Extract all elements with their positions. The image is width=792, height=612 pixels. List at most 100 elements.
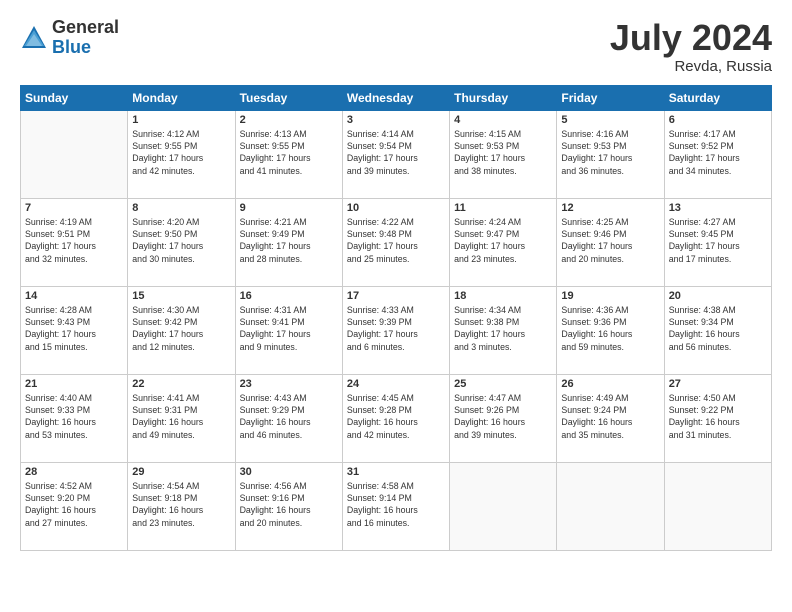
location: Revda, Russia (610, 58, 772, 75)
logo-general: General (52, 18, 119, 38)
day-info: Sunrise: 4:49 AMSunset: 9:24 PMDaylight:… (561, 392, 659, 441)
calendar-cell: 18 Sunrise: 4:34 AMSunset: 9:38 PMDayligh… (450, 286, 557, 374)
week-row-1: 1 Sunrise: 4:12 AMSunset: 9:55 PMDaylight… (21, 110, 772, 198)
calendar-cell: 15 Sunrise: 4:30 AMSunset: 9:42 PMDayligh… (128, 286, 235, 374)
calendar-cell: 4 Sunrise: 4:15 AMSunset: 9:53 PMDaylight… (450, 110, 557, 198)
day-info: Sunrise: 4:14 AMSunset: 9:54 PMDaylight:… (347, 128, 445, 177)
day-info: Sunrise: 4:33 AMSunset: 9:39 PMDaylight:… (347, 304, 445, 353)
calendar-cell: 6 Sunrise: 4:17 AMSunset: 9:52 PMDaylight… (664, 110, 771, 198)
week-row-2: 7 Sunrise: 4:19 AMSunset: 9:51 PMDaylight… (21, 198, 772, 286)
week-row-3: 14 Sunrise: 4:28 AMSunset: 9:43 PMDayligh… (21, 286, 772, 374)
col-monday: Monday (128, 85, 235, 110)
day-info: Sunrise: 4:21 AMSunset: 9:49 PMDaylight:… (240, 216, 338, 265)
day-info: Sunrise: 4:28 AMSunset: 9:43 PMDaylight:… (25, 304, 123, 353)
day-info: Sunrise: 4:12 AMSunset: 9:55 PMDaylight:… (132, 128, 230, 177)
calendar-cell: 26 Sunrise: 4:49 AMSunset: 9:24 PMDayligh… (557, 374, 664, 462)
week-row-5: 28Sunrise: 4:52 AMSunset: 9:20 PMDayligh… (21, 462, 772, 550)
month-year: July 2024 (610, 18, 772, 58)
header: General Blue July 2024 Revda, Russia (20, 18, 772, 75)
day-info: Sunrise: 4:43 AMSunset: 9:29 PMDaylight:… (240, 392, 338, 441)
calendar-cell: 30 Sunrise: 4:56 AMSunset: 9:16 PMDayligh… (235, 462, 342, 550)
calendar-header: Sunday Monday Tuesday Wednesday Thursday… (21, 85, 772, 110)
calendar-cell (21, 110, 128, 198)
day-info: Sunrise: 4:47 AMSunset: 9:26 PMDaylight:… (454, 392, 552, 441)
day-number: 28 (25, 466, 123, 478)
calendar-cell: 10 Sunrise: 4:22 AMSunset: 9:48 PMDayligh… (342, 198, 449, 286)
day-number: 21 (25, 378, 123, 390)
day-number: 23 (240, 378, 338, 390)
calendar-cell: 28Sunrise: 4:52 AMSunset: 9:20 PMDayligh… (21, 462, 128, 550)
day-number: 5 (561, 114, 659, 126)
col-saturday: Saturday (664, 85, 771, 110)
day-number: 24 (347, 378, 445, 390)
day-info: Sunrise: 4:19 AMSunset: 9:51 PMDaylight:… (25, 216, 123, 265)
calendar-cell: 12 Sunrise: 4:25 AMSunset: 9:46 PMDayligh… (557, 198, 664, 286)
day-number: 8 (132, 202, 230, 214)
calendar-cell: 16 Sunrise: 4:31 AMSunset: 9:41 PMDayligh… (235, 286, 342, 374)
day-number: 16 (240, 290, 338, 302)
calendar-cell: 19Sunrise: 4:36 AMSunset: 9:36 PMDayligh… (557, 286, 664, 374)
day-info: Sunrise: 4:50 AMSunset: 9:22 PMDaylight:… (669, 392, 767, 441)
col-tuesday: Tuesday (235, 85, 342, 110)
day-number: 1 (132, 114, 230, 126)
calendar-cell: 1 Sunrise: 4:12 AMSunset: 9:55 PMDaylight… (128, 110, 235, 198)
day-info: Sunrise: 4:30 AMSunset: 9:42 PMDaylight:… (132, 304, 230, 353)
title-block: July 2024 Revda, Russia (610, 18, 772, 75)
day-number: 13 (669, 202, 767, 214)
day-info: Sunrise: 4:45 AMSunset: 9:28 PMDaylight:… (347, 392, 445, 441)
calendar-cell: 7 Sunrise: 4:19 AMSunset: 9:51 PMDaylight… (21, 198, 128, 286)
day-info: Sunrise: 4:16 AMSunset: 9:53 PMDaylight:… (561, 128, 659, 177)
day-number: 7 (25, 202, 123, 214)
day-number: 12 (561, 202, 659, 214)
calendar: Sunday Monday Tuesday Wednesday Thursday… (20, 85, 772, 551)
calendar-cell: 21 Sunrise: 4:40 AMSunset: 9:33 PMDayligh… (21, 374, 128, 462)
day-number: 15 (132, 290, 230, 302)
day-number: 29 (132, 466, 230, 478)
day-number: 18 (454, 290, 552, 302)
calendar-cell (664, 462, 771, 550)
calendar-cell: 17Sunrise: 4:33 AMSunset: 9:39 PMDayligh… (342, 286, 449, 374)
day-number: 2 (240, 114, 338, 126)
calendar-cell: 29 Sunrise: 4:54 AMSunset: 9:18 PMDayligh… (128, 462, 235, 550)
day-info: Sunrise: 4:13 AMSunset: 9:55 PMDaylight:… (240, 128, 338, 177)
day-info: Sunrise: 4:25 AMSunset: 9:46 PMDaylight:… (561, 216, 659, 265)
day-number: 10 (347, 202, 445, 214)
day-info: Sunrise: 4:54 AMSunset: 9:18 PMDaylight:… (132, 480, 230, 529)
day-number: 19 (561, 290, 659, 302)
col-sunday: Sunday (21, 85, 128, 110)
calendar-cell: 2 Sunrise: 4:13 AMSunset: 9:55 PMDaylight… (235, 110, 342, 198)
day-number: 27 (669, 378, 767, 390)
day-info: Sunrise: 4:22 AMSunset: 9:48 PMDaylight:… (347, 216, 445, 265)
day-number: 25 (454, 378, 552, 390)
logo-icon (20, 24, 48, 52)
day-info: Sunrise: 4:15 AMSunset: 9:53 PMDaylight:… (454, 128, 552, 177)
day-number: 14 (25, 290, 123, 302)
day-info: Sunrise: 4:38 AMSunset: 9:34 PMDaylight:… (669, 304, 767, 353)
col-wednesday: Wednesday (342, 85, 449, 110)
logo: General Blue (20, 18, 119, 58)
calendar-cell: 9Sunrise: 4:21 AMSunset: 9:49 PMDaylight… (235, 198, 342, 286)
calendar-cell (450, 462, 557, 550)
day-number: 6 (669, 114, 767, 126)
day-number: 31 (347, 466, 445, 478)
calendar-cell: 25 Sunrise: 4:47 AMSunset: 9:26 PMDayligh… (450, 374, 557, 462)
col-friday: Friday (557, 85, 664, 110)
day-number: 4 (454, 114, 552, 126)
calendar-cell (557, 462, 664, 550)
day-info: Sunrise: 4:34 AMSunset: 9:38 PMDaylight:… (454, 304, 552, 353)
day-info: Sunrise: 4:20 AMSunset: 9:50 PMDaylight:… (132, 216, 230, 265)
logo-text: General Blue (52, 18, 119, 58)
day-info: Sunrise: 4:56 AMSunset: 9:16 PMDaylight:… (240, 480, 338, 529)
day-info: Sunrise: 4:17 AMSunset: 9:52 PMDaylight:… (669, 128, 767, 177)
day-info: Sunrise: 4:41 AMSunset: 9:31 PMDaylight:… (132, 392, 230, 441)
day-info: Sunrise: 4:40 AMSunset: 9:33 PMDaylight:… (25, 392, 123, 441)
day-info: Sunrise: 4:58 AMSunset: 9:14 PMDaylight:… (347, 480, 445, 529)
day-number: 3 (347, 114, 445, 126)
calendar-cell: 8 Sunrise: 4:20 AMSunset: 9:50 PMDaylight… (128, 198, 235, 286)
calendar-cell: 14 Sunrise: 4:28 AMSunset: 9:43 PMDayligh… (21, 286, 128, 374)
day-number: 30 (240, 466, 338, 478)
week-row-4: 21 Sunrise: 4:40 AMSunset: 9:33 PMDayligh… (21, 374, 772, 462)
header-row: Sunday Monday Tuesday Wednesday Thursday… (21, 85, 772, 110)
day-info: Sunrise: 4:31 AMSunset: 9:41 PMDaylight:… (240, 304, 338, 353)
day-number: 26 (561, 378, 659, 390)
